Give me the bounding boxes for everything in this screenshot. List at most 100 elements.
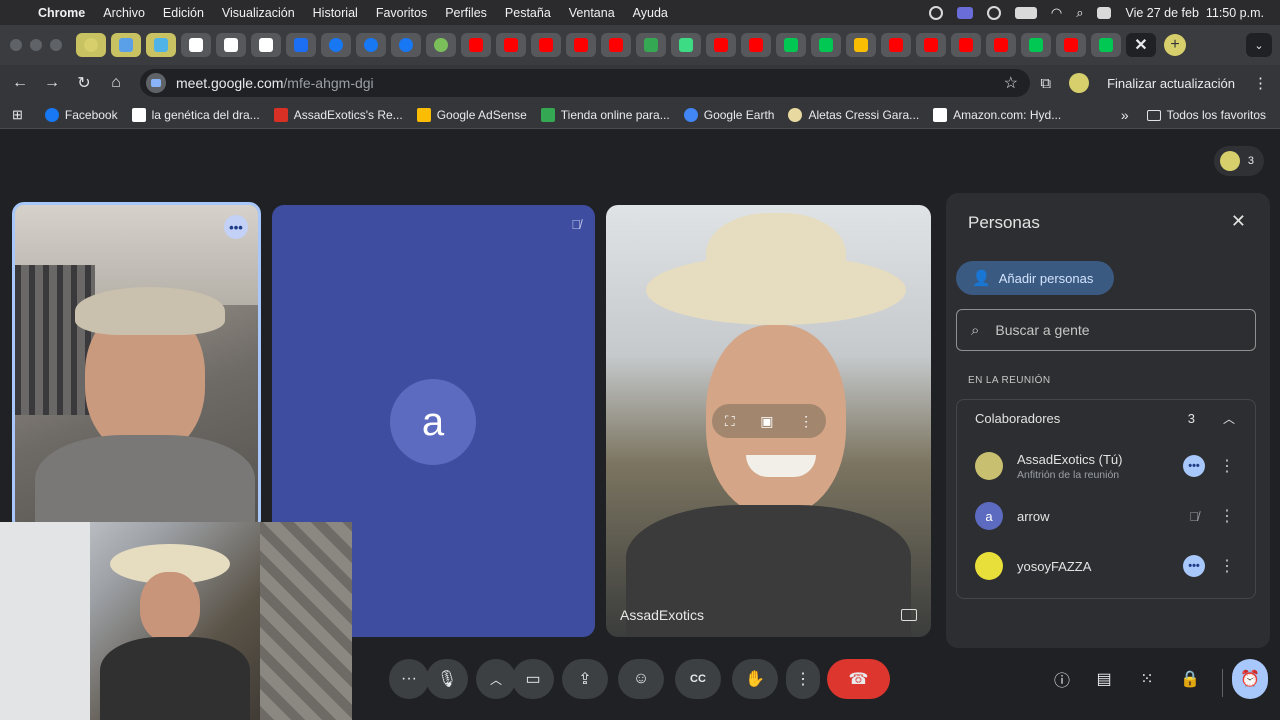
tab[interactable] bbox=[916, 33, 946, 57]
tab[interactable] bbox=[741, 33, 771, 57]
finish-update-button[interactable]: Finalizar actualización bbox=[1107, 76, 1235, 91]
microphone-icon[interactable]: 🎙 bbox=[426, 659, 468, 699]
tab[interactable] bbox=[1021, 33, 1051, 57]
tab[interactable] bbox=[1056, 33, 1086, 57]
menu-item-perfiles[interactable]: Perfiles bbox=[445, 6, 487, 20]
tab[interactable] bbox=[496, 33, 526, 57]
bookmark-amazon[interactable]: Amazon.com: Hyd... bbox=[933, 107, 1061, 122]
apps-grid-icon[interactable]: ⊞ bbox=[12, 107, 23, 123]
forward-arrow-icon[interactable]: → bbox=[36, 74, 68, 92]
bookmark-genetica[interactable]: la genética del dra... bbox=[131, 107, 260, 122]
add-image-icon[interactable]: ▣ bbox=[760, 413, 773, 430]
control-center-icon[interactable] bbox=[1097, 6, 1112, 19]
window-close-icon[interactable] bbox=[10, 39, 22, 51]
raise-hand-icon[interactable]: ✋ bbox=[732, 659, 778, 699]
kebab-menu-icon[interactable]: ⋮ bbox=[1253, 74, 1268, 92]
participant-row[interactable]: yosoyFAZZA ••• ⋮ bbox=[957, 544, 1255, 588]
tab[interactable] bbox=[391, 33, 421, 57]
camera-icon[interactable]: ▭ bbox=[512, 659, 554, 699]
chevron-up-icon[interactable]: ︿ bbox=[1223, 410, 1235, 427]
menu-item-historial[interactable]: Historial bbox=[313, 6, 358, 20]
tab[interactable] bbox=[146, 33, 176, 57]
battery-icon[interactable] bbox=[1014, 6, 1037, 19]
reload-icon[interactable]: ↻ bbox=[68, 73, 100, 93]
participant-row[interactable]: a arrow 🎙̸ ⋮ bbox=[957, 494, 1255, 538]
tab[interactable] bbox=[636, 33, 666, 57]
tab[interactable] bbox=[601, 33, 631, 57]
tab[interactable] bbox=[951, 33, 981, 57]
bookmark-google-earth[interactable]: Google Earth bbox=[683, 107, 774, 122]
tab[interactable] bbox=[461, 33, 491, 57]
menu-item-archivo[interactable]: Archivo bbox=[103, 6, 145, 20]
home-icon[interactable]: ⌂ bbox=[100, 74, 132, 92]
tab[interactable] bbox=[426, 33, 456, 57]
mic-off-icon[interactable]: 🎙̸ bbox=[1183, 505, 1205, 527]
participant-options-icon[interactable]: ⋮ bbox=[1219, 456, 1235, 476]
chevron-up-icon[interactable]: ︿ bbox=[476, 659, 516, 699]
tab[interactable] bbox=[811, 33, 841, 57]
extensions-icon[interactable]: ⧉ bbox=[1040, 75, 1051, 92]
collaborators-header[interactable]: Colaboradores 3 ︿ bbox=[957, 400, 1255, 436]
window-minimize-icon[interactable] bbox=[30, 39, 42, 51]
bookmark-star-icon[interactable]: ☆ bbox=[1004, 73, 1018, 93]
site-info-icon[interactable] bbox=[146, 73, 166, 93]
host-controls-icon[interactable]: 🔒 bbox=[1172, 659, 1208, 699]
address-bar[interactable]: meet.google.com/mfe-ahgm-dgi ☆ bbox=[140, 69, 1030, 97]
tab[interactable] bbox=[706, 33, 736, 57]
menu-item-visualizacion[interactable]: Visualización bbox=[222, 6, 295, 20]
pip-icon[interactable] bbox=[901, 609, 917, 621]
tab[interactable] bbox=[111, 33, 141, 57]
tab[interactable] bbox=[181, 33, 211, 57]
close-icon[interactable]: ✕ bbox=[1231, 211, 1246, 232]
menu-item-ventana[interactable]: Ventana bbox=[569, 6, 615, 20]
alarm-clock-icon[interactable]: ⏰ bbox=[1232, 659, 1268, 699]
tile-kebab-icon[interactable]: ⋮ bbox=[799, 413, 813, 430]
tab[interactable] bbox=[286, 33, 316, 57]
creative-cloud-icon[interactable] bbox=[928, 5, 943, 20]
tab[interactable] bbox=[356, 33, 386, 57]
tab[interactable] bbox=[321, 33, 351, 57]
back-arrow-icon[interactable]: ← bbox=[4, 74, 36, 92]
more-options-icon[interactable]: ⋮ bbox=[786, 659, 820, 699]
play-icon[interactable] bbox=[986, 5, 1001, 20]
tab[interactable] bbox=[671, 33, 701, 57]
add-people-button[interactable]: 👤 Añadir personas bbox=[956, 261, 1114, 295]
present-screen-icon[interactable]: ⇪ bbox=[562, 659, 608, 699]
tab[interactable] bbox=[1091, 33, 1121, 57]
tab[interactable] bbox=[846, 33, 876, 57]
screen-mirroring-icon[interactable] bbox=[956, 6, 973, 19]
leave-call-button[interactable]: ☎ bbox=[827, 659, 890, 699]
tab[interactable] bbox=[251, 33, 281, 57]
participant-count-badge[interactable]: 3 bbox=[1214, 146, 1264, 176]
menu-item-favoritos[interactable]: Favoritos bbox=[376, 6, 427, 20]
frame-icon[interactable]: ⛶ bbox=[725, 413, 735, 430]
info-icon[interactable]: ⓘ bbox=[1044, 659, 1080, 699]
activities-icon[interactable]: ⁙ bbox=[1129, 659, 1165, 699]
search-people-input[interactable]: ⌕ Buscar a gente bbox=[956, 309, 1256, 351]
more-audio-options-icon[interactable]: ··· bbox=[389, 659, 429, 699]
active-tab-close-icon[interactable]: ✕ bbox=[1126, 33, 1156, 57]
tab[interactable] bbox=[881, 33, 911, 57]
window-zoom-icon[interactable] bbox=[50, 39, 62, 51]
search-icon[interactable]: ⌕ bbox=[1076, 5, 1083, 21]
wifi-icon[interactable]: ◠ bbox=[1051, 5, 1062, 21]
menu-item-edicion[interactable]: Edición bbox=[163, 6, 204, 20]
tab[interactable] bbox=[216, 33, 246, 57]
menu-item-ayuda[interactable]: Ayuda bbox=[633, 6, 668, 20]
tab[interactable] bbox=[566, 33, 596, 57]
tab[interactable] bbox=[76, 33, 106, 57]
new-tab-button[interactable]: + bbox=[1164, 34, 1186, 56]
chat-icon[interactable]: ▤ bbox=[1086, 659, 1122, 699]
bookmark-assadexotics[interactable]: AssadExotics's Re... bbox=[273, 107, 403, 122]
bookmark-aletas[interactable]: Aletas Cressi Gara... bbox=[788, 107, 919, 122]
participant-options-icon[interactable]: ⋮ bbox=[1219, 506, 1235, 526]
emoji-icon[interactable]: ☺ bbox=[618, 659, 664, 699]
bookmark-facebook[interactable]: Facebook bbox=[44, 107, 118, 122]
participant-options-icon[interactable]: ⋮ bbox=[1219, 556, 1235, 576]
tab[interactable] bbox=[776, 33, 806, 57]
video-tile-speaker[interactable]: ••• bbox=[12, 202, 261, 532]
participant-row[interactable]: AssadExotics (Tú) Anfitrión de la reunió… bbox=[957, 444, 1255, 488]
bookmark-tienda[interactable]: Tienda online para... bbox=[540, 107, 670, 122]
bookmark-adsense[interactable]: Google AdSense bbox=[416, 107, 527, 122]
all-favorites-folder[interactable]: Todos los favoritos bbox=[1146, 108, 1266, 122]
